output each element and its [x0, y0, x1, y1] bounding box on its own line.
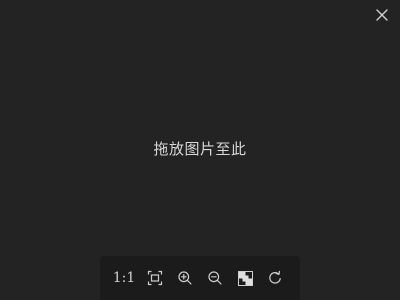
rotate-icon: [267, 270, 283, 286]
viewer-toolbar: 1:1: [100, 256, 300, 300]
zoom-in-icon: [177, 270, 193, 286]
image-viewer: 拖放图片至此 1:1: [0, 0, 400, 300]
close-button[interactable]: [373, 6, 391, 24]
zoom-out-button[interactable]: [204, 267, 226, 289]
fit-window-button[interactable]: [144, 267, 166, 289]
drop-zone-hint: 拖放图片至此: [153, 140, 247, 158]
fit-window-icon: [147, 270, 163, 286]
actual-size-button[interactable]: 1:1: [112, 267, 136, 289]
rotate-button[interactable]: [264, 267, 286, 289]
zoom-in-button[interactable]: [174, 267, 196, 289]
zoom-out-icon: [207, 270, 223, 286]
transparency-grid-button[interactable]: [234, 267, 256, 289]
close-icon: [375, 8, 389, 22]
checkerboard-icon: [237, 270, 253, 286]
